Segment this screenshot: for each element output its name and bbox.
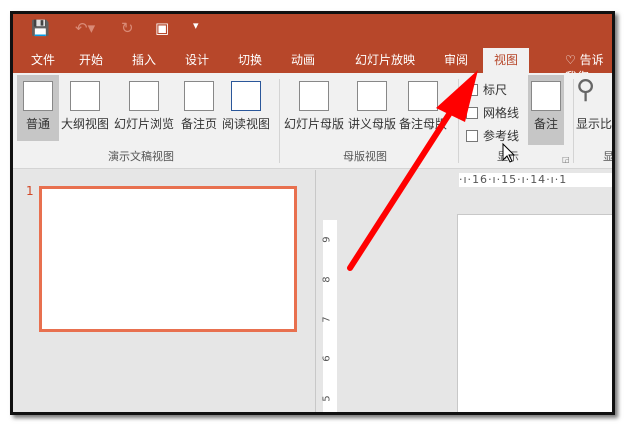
arrow-shaft	[347, 102, 458, 271]
mouse-cursor-icon	[502, 142, 516, 163]
annotation-arrow	[347, 70, 516, 271]
arrow-head	[436, 70, 478, 122]
